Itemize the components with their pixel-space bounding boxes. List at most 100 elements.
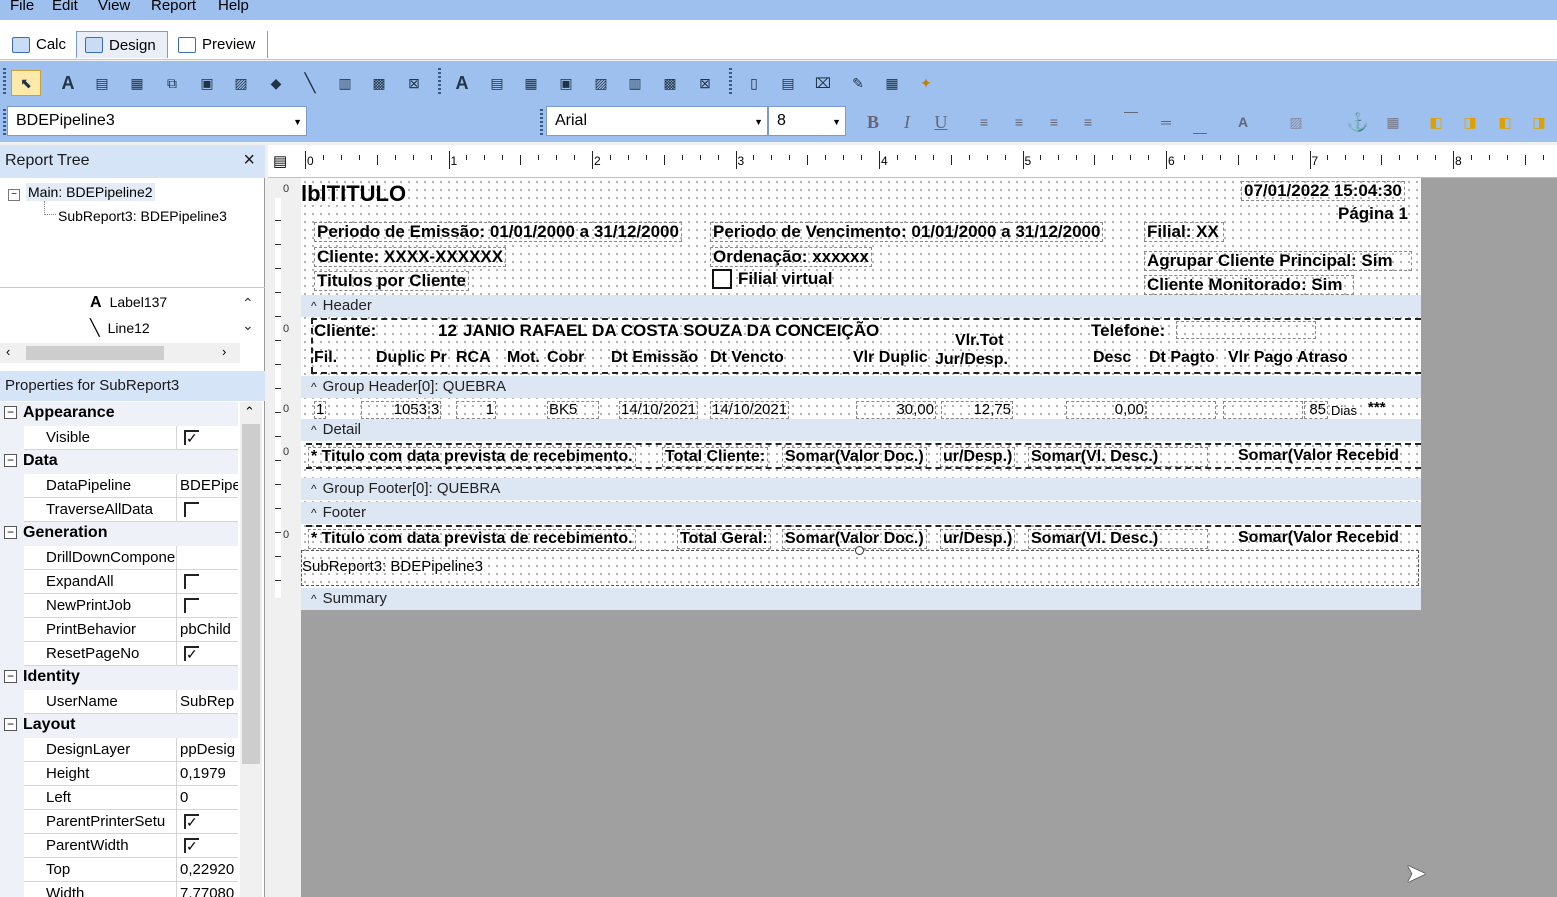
property-value[interactable]: BDEPipe (180, 477, 238, 494)
underline-button[interactable]: U (930, 111, 952, 133)
label-emissao[interactable]: Periodo de Emissão: 01/01/2000 a 31/12/2… (314, 222, 682, 242)
label-filial-virtual[interactable]: Filial virtual (738, 270, 832, 288)
db2dbarcode-tool-icon[interactable]: ▩ (659, 72, 681, 94)
font-color-icon[interactable]: A (1232, 111, 1254, 133)
gh-col-atraso[interactable]: Atraso (1297, 349, 1348, 367)
detail-pr[interactable]: 3 (429, 401, 442, 419)
detail-dt-pagto[interactable] (1146, 401, 1216, 419)
detail-vlr-duplic[interactable]: 30,00 (856, 401, 936, 419)
systemvar-tool-icon[interactable]: ⧉ (161, 72, 183, 94)
gh-col-emissao[interactable]: Dt Emissão (611, 349, 698, 367)
band-header[interactable]: ^ Header (301, 295, 1421, 317)
gh-col-dtpagto[interactable]: Dt Pagto (1149, 349, 1215, 367)
toolbar-grip[interactable] (540, 109, 543, 135)
gh-col-vlrtot[interactable]: Vlr.Tot (955, 332, 1004, 350)
label-ordenacao[interactable]: Ordenação: xxxxxx (710, 247, 872, 267)
dbcalc-tool-icon[interactable]: ▣ (555, 72, 577, 94)
label-agrupar[interactable]: Agrupar Cliente Principal: Sim (1144, 251, 1412, 271)
gh-telefone-field[interactable] (1176, 321, 1316, 339)
detail-rca[interactable]: 1 (456, 401, 496, 419)
selection-handle[interactable] (855, 546, 864, 555)
property-row[interactable]: ResetPageNo ✓ (0, 642, 238, 666)
collapse-icon[interactable]: − (4, 670, 17, 683)
italic-button[interactable]: I (896, 111, 918, 133)
valign-center-icon[interactable]: ═ (1155, 111, 1177, 133)
align-center-icon[interactable]: ≡ (1008, 111, 1030, 133)
footer-sum-jur-desp[interactable]: ur/Desp.) (940, 529, 1016, 549)
menu-file[interactable]: File (10, 0, 34, 14)
toolbar-grip[interactable] (438, 68, 441, 94)
detail-emissao[interactable]: 14/10/2021 (619, 401, 699, 419)
pagebreak-tool-icon[interactable]: ⌧ (812, 72, 834, 94)
dbmemo-tool-icon[interactable]: ▤ (486, 72, 508, 94)
property-checkbox[interactable] (184, 502, 199, 517)
tab-calc[interactable]: Calc (4, 31, 74, 58)
property-category[interactable]: − Data (0, 450, 238, 474)
menu-view[interactable]: View (98, 0, 130, 14)
paintbox-tool-icon[interactable]: ✦ (915, 72, 937, 94)
property-row[interactable]: ParentPrinterSetu ✓ (0, 810, 238, 834)
property-row[interactable]: PrintBehavior pbChild (0, 618, 238, 642)
footer-total-label[interactable]: Total Geral: (677, 529, 771, 549)
memo-tool-icon[interactable]: ▤ (91, 72, 113, 94)
property-value[interactable]: 7,77080 (180, 885, 238, 897)
label-filial[interactable]: Filial: XX (1144, 222, 1224, 242)
property-checkbox[interactable]: ✓ (184, 646, 199, 661)
highlight-color-icon[interactable]: ▨ (1285, 111, 1307, 133)
shape-tool-icon[interactable]: ◆ (265, 72, 287, 94)
property-category[interactable]: − Layout (0, 714, 238, 738)
detail-duplic[interactable]: 1053 (361, 401, 429, 419)
scroll-down-icon[interactable]: ⌄ (242, 317, 254, 334)
gf-total-label[interactable]: Total Cliente: (662, 447, 769, 467)
font-name-select[interactable]: Arial ▼ (546, 106, 768, 136)
property-value[interactable]: 0,1979 (180, 765, 238, 782)
close-icon[interactable]: × (243, 149, 255, 172)
label-monitorado[interactable]: Cliente Monitorado: Sim (1144, 275, 1354, 295)
align-justify-icon[interactable]: ≡ (1077, 111, 1099, 133)
page-number[interactable]: Página 1 (1338, 205, 1408, 223)
gh-col-rca[interactable]: RCA (456, 349, 491, 367)
anchor-icon[interactable]: ⚓ (1347, 111, 1369, 133)
valign-bottom-icon[interactable]: ⎽ (1189, 115, 1211, 137)
gf-sum-jur-desp[interactable]: ur/Desp.) (940, 447, 1016, 467)
property-row[interactable]: DesignLayer ppDesig (0, 738, 238, 762)
gh-col-jurdesp[interactable]: Jur/Desp. (935, 351, 1008, 369)
font-size-select[interactable]: 8 ▼ (768, 106, 846, 136)
dbimage-tool-icon[interactable]: ▨ (590, 72, 612, 94)
select-pointer-icon[interactable]: ⬉ (11, 70, 41, 96)
collapse-icon[interactable]: − (4, 526, 17, 539)
gh-telefone[interactable]: Telefone: (1091, 322, 1165, 340)
scrollbar-thumb[interactable] (242, 424, 260, 764)
crosstab-tool-icon[interactable]: ▦ (881, 72, 903, 94)
send-back-icon[interactable]: ◨ (1459, 111, 1481, 133)
scroll-left-icon[interactable]: ‹ (6, 344, 10, 359)
align-right-icon[interactable]: ≡ (1043, 111, 1065, 133)
label-titulos[interactable]: Titulos por Cliente (314, 271, 469, 291)
horizontal-scrollbar[interactable]: ‹ › (0, 343, 240, 363)
menu-help[interactable]: Help (218, 0, 249, 14)
property-row[interactable]: UserName SubRep (0, 690, 238, 714)
gf-nota[interactable]: * Titulo com data prevista de recebiment… (308, 447, 636, 467)
tab-design[interactable]: Design (76, 31, 168, 58)
footer-sum-valor-doc[interactable]: Somar(Valor Doc.) (782, 529, 927, 549)
detail-vlr-pago[interactable] (1223, 401, 1303, 419)
menu-edit[interactable]: Edit (52, 0, 78, 14)
tree-node-subreport[interactable]: SubReport3: BDEPipeline3 (58, 208, 227, 224)
gh-col-vlrpago[interactable]: Vlr Pago (1228, 349, 1293, 367)
property-row[interactable]: Width 7,77080 (0, 882, 238, 897)
report-title[interactable]: lblTITULO (301, 183, 406, 205)
property-value[interactable]: 0,22920 (180, 861, 238, 878)
detail-desc[interactable]: 0,00 (1066, 401, 1146, 419)
collapse-icon[interactable]: − (4, 454, 17, 467)
detail-vencto[interactable]: 14/10/2021 (710, 401, 790, 419)
property-row[interactable]: ExpandAll (0, 570, 238, 594)
align-left-icon[interactable]: ≡ (973, 111, 995, 133)
toolbar-grip[interactable] (3, 109, 6, 135)
gh-col-vencto[interactable]: Dt Vencto (710, 349, 784, 367)
variable-tool-icon[interactable]: ▣ (196, 72, 218, 94)
band-group-footer[interactable]: ^ Group Footer[0]: QUEBRA (301, 478, 1421, 500)
region-tool-icon[interactable]: ▯ (743, 72, 765, 94)
label-vencimento[interactable]: Periodo de Vencimento: 01/01/2000 a 31/1… (710, 222, 1104, 242)
component-item[interactable]: A Label137 (90, 294, 167, 312)
toolbar-grip[interactable] (729, 68, 732, 94)
